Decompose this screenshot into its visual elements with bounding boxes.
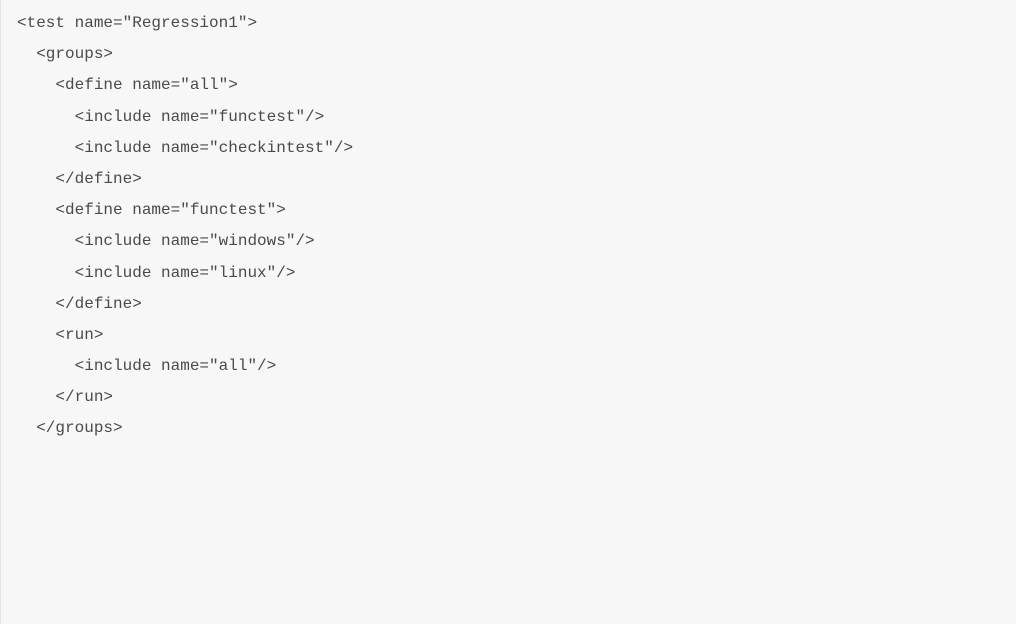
code-line: </define> [17,289,1016,320]
code-line: <test name="Regression1"> [17,8,1016,39]
code-line: </groups> [17,413,1016,444]
code-line: </define> [17,164,1016,195]
code-line: <include name="functest"/> [17,102,1016,133]
code-block: <test name="Regression1"> <groups> <defi… [17,8,1016,445]
code-line: <include name="windows"/> [17,226,1016,257]
code-line: </run> [17,382,1016,413]
code-line: <include name="all"/> [17,351,1016,382]
code-line: <define name="functest"> [17,195,1016,226]
code-line: <define name="all"> [17,70,1016,101]
code-line: <include name="checkintest"/> [17,133,1016,164]
code-line: <groups> [17,39,1016,70]
code-line: <run> [17,320,1016,351]
code-line: <include name="linux"/> [17,258,1016,289]
